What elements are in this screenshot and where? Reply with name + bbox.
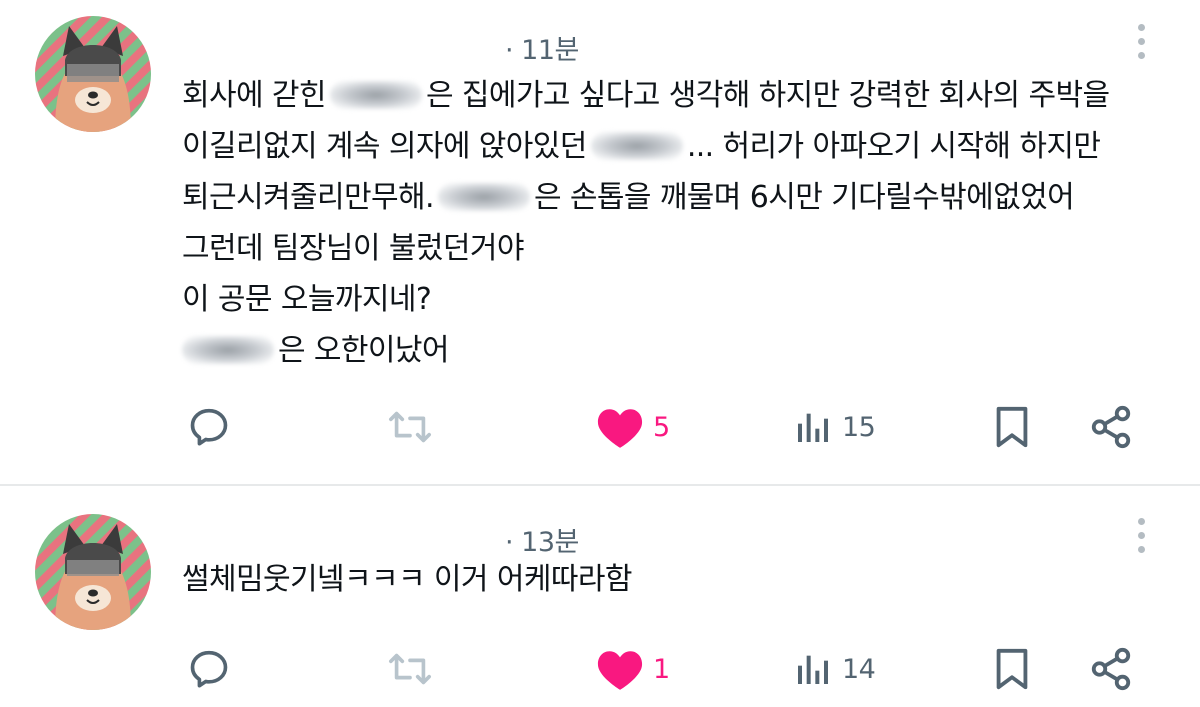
view-count: 14 [842,653,876,685]
views-button[interactable]: 14 [792,644,876,694]
post-text: 회사에 갇힌 은 집에가고 싶다고 생각해 하지만 강력한 회사의 주박을 이길리… [182,70,1172,376]
heart-icon [597,409,643,448]
more-icon[interactable] [1130,22,1154,62]
share-button[interactable] [1088,402,1134,452]
reply-icon [190,408,228,446]
bookmark-icon [996,406,1028,448]
like-button[interactable]: 5 [595,402,670,452]
more-icon[interactable] [1130,516,1154,556]
reply-icon [190,650,228,688]
like-count: 1 [653,653,670,685]
retweet-button[interactable] [385,402,435,452]
avatar[interactable] [35,16,151,132]
text-line: 퇴근시켜줄리만무해. 은 손톱을 깨물며 6시만 기다릴수밖에없었어 [182,180,1075,215]
retweet-icon [389,411,431,443]
retweet-icon [389,653,431,685]
bookmark-button[interactable] [992,402,1032,452]
post-text: 썰체밈웃기넼ㅋㅋㅋ 이거 어케따라함 [182,554,1172,605]
post: · 13분 썰체밈웃기넼ㅋㅋㅋ 이거 어케따라함 1 14 [0,486,1200,707]
views-icon [798,655,828,684]
text-line: 이길리없지 계속 의자에 앉아있던... 허리가 아파오기 시작해 하지만 [182,129,1101,164]
action-bar: 1 14 [180,644,1140,694]
reply-button[interactable] [186,402,232,452]
avatar[interactable] [35,514,151,630]
view-count: 15 [842,411,876,443]
heart-icon [597,651,643,690]
text-line: 이 공문 오늘까지네? [182,282,432,317]
blurred-name [182,336,274,364]
text-line: 회사에 갇힌 은 집에가고 싶다고 생각해 하지만 강력한 회사의 주박을 [182,78,1110,113]
post: · 11분 회사에 갇힌 은 집에가고 싶다고 생각해 하지만 강력한 회사의 주… [0,0,1200,484]
views-icon [798,413,828,442]
action-bar: 5 15 [180,402,1140,452]
like-count: 5 [653,411,670,443]
views-button[interactable]: 15 [792,402,876,452]
reply-button[interactable] [186,644,232,694]
blurred-name [437,183,530,211]
post-timestamp[interactable]: · 11분 [505,28,579,67]
share-icon [1091,647,1131,691]
share-icon [1091,405,1131,449]
share-button[interactable] [1088,644,1134,694]
text-line: 은 오한이났어 [182,325,1172,376]
blurred-name [329,81,422,109]
text-line: 그런데 팀장님이 불렀던거야 [182,231,524,266]
bookmark-button[interactable] [992,644,1032,694]
retweet-button[interactable] [385,644,435,694]
like-button[interactable]: 1 [595,644,670,694]
blurred-name [590,132,683,160]
text-line: 썰체밈웃기넼ㅋㅋㅋ 이거 어케따라함 [182,562,632,597]
bookmark-icon [996,648,1028,690]
